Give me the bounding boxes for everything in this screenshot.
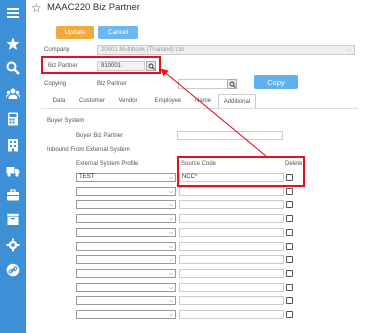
sidebar (0, 0, 26, 333)
briefcase-icon[interactable] (6, 188, 20, 202)
star-icon[interactable] (6, 37, 20, 51)
menu-icon[interactable] (6, 6, 20, 20)
main-panel: ☆ MAAC220 Biz Partner Update Cancel Comp… (26, 0, 375, 333)
users-icon[interactable] (6, 87, 20, 101)
search-icon[interactable] (6, 61, 20, 75)
calculator-icon[interactable] (6, 112, 20, 126)
truck-icon[interactable] (6, 164, 20, 178)
building-icon[interactable] (6, 138, 20, 152)
box-icon[interactable] (6, 212, 20, 226)
link-icon[interactable] (6, 263, 20, 277)
gear-icon[interactable] (6, 238, 20, 252)
annotation-arrow (160, 68, 267, 157)
